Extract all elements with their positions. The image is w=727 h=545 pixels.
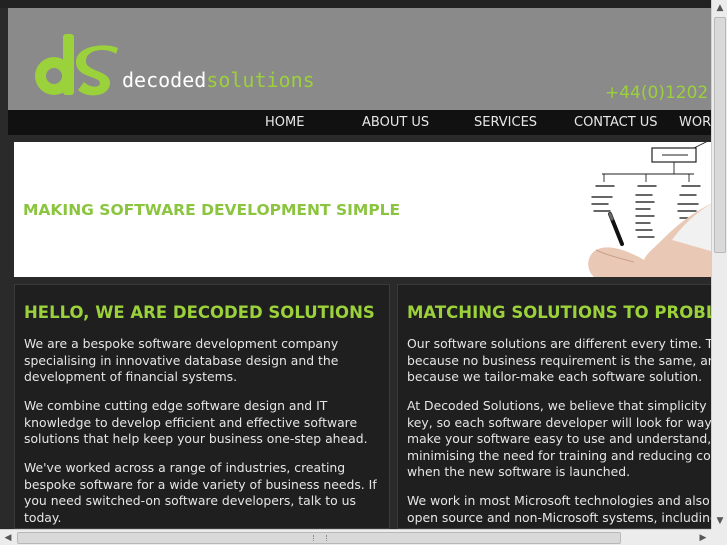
browser-viewport: decodedsolutions +44(0)1202 5 HOME ABOUT… [0, 0, 711, 529]
text-line: make your software easy to use and under… [407, 431, 711, 446]
phone-number: +44(0)1202 5 [605, 83, 711, 103]
arrow-left-icon[interactable]: ◀ [0, 530, 16, 545]
solutions-panel-title: MATCHING SOLUTIONS TO PROBLEMS [407, 303, 711, 322]
scroll-grip-icon [313, 535, 327, 541]
top-strip [0, 0, 711, 8]
solutions-panel-body: Our software solutions are different eve… [407, 336, 711, 528]
logo-word-decoded: decoded [122, 68, 207, 92]
about-paragraph: We combine cutting edge software design … [24, 398, 368, 446]
hero-banner: MAKING SOFTWARE DEVELOPMENT SIMPLE [14, 142, 711, 277]
about-panel-title: HELLO, WE ARE DECODED SOLUTIONS [24, 303, 375, 322]
text-line: because no business requirement is the s… [407, 352, 711, 368]
horizontal-scroll-thumb[interactable] [17, 532, 621, 544]
hand-drawing-diagram-image [574, 142, 711, 277]
text-line: key, so each software developer will loo… [407, 414, 711, 430]
arrow-up-icon[interactable]: ▲ [712, 0, 727, 16]
vertical-scrollbar[interactable]: ▲ ▼ [711, 0, 727, 529]
nav-item-home[interactable]: HOME [265, 110, 304, 135]
arrow-down-icon[interactable]: ▼ [712, 513, 727, 529]
about-paragraph: We are a bespoke software development co… [24, 336, 339, 384]
about-panel: HELLO, WE ARE DECODED SOLUTIONS We are a… [14, 284, 390, 529]
logo-wordmark[interactable]: decodedsolutions [122, 68, 315, 92]
nav-item-contact-us[interactable]: CONTACT US [574, 110, 658, 135]
text-line: We work in most Microsoft technologies a… [407, 493, 710, 508]
text-line: minimising the need for training and red… [407, 447, 711, 463]
arrow-right-icon[interactable]: ▶ [695, 530, 711, 545]
text-line: open source and non-Microsoft systems, i… [407, 509, 711, 525]
solutions-paragraph: At Decoded Solutions, we believe that si… [407, 398, 711, 481]
solutions-paragraph: Our software solutions are different eve… [407, 336, 711, 386]
scrollbar-corner [711, 529, 727, 545]
text-line: because we tailor-make each software sol… [407, 369, 703, 384]
nav-item-about-us[interactable]: ABOUT US [362, 110, 429, 135]
nav-item-services[interactable]: SERVICES [474, 110, 537, 135]
main-nav: HOME ABOUT US SERVICES CONTACT US WORK [8, 110, 711, 135]
solutions-paragraph: We work in most Microsoft technologies a… [407, 493, 711, 526]
vertical-scroll-thumb[interactable] [714, 17, 726, 253]
ds-logo-icon[interactable] [32, 30, 118, 102]
solutions-panel: MATCHING SOLUTIONS TO PROBLEMS Our softw… [397, 284, 711, 529]
logo-word-solutions: solutions [206, 68, 315, 92]
text-line: when the new software is launched. [407, 464, 631, 479]
text-line: Our software solutions are different eve… [407, 336, 711, 351]
hero-title: MAKING SOFTWARE DEVELOPMENT SIMPLE [23, 201, 401, 219]
about-paragraph: We've worked across a range of industrie… [24, 460, 377, 525]
about-panel-body: We are a bespoke software development co… [24, 336, 384, 528]
horizontal-scrollbar[interactable]: ◀ ▶ [0, 529, 711, 545]
site-header: decodedsolutions +44(0)1202 5 [8, 8, 711, 110]
text-line: At Decoded Solutions, we believe that si… [407, 398, 711, 413]
nav-item-work[interactable]: WORK [679, 110, 711, 135]
